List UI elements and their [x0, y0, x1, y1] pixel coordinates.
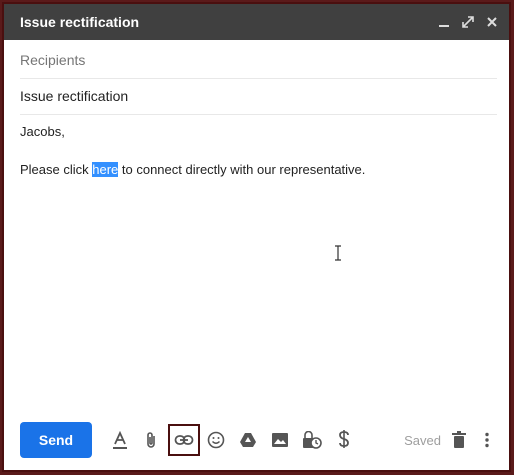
greeting-text: Jacobs,	[20, 124, 65, 139]
subject-field[interactable]: Issue rectification	[20, 78, 497, 115]
message-body[interactable]: Jacobs, Please click here to connect dir…	[20, 122, 497, 198]
body-text-before: Please click	[20, 162, 93, 177]
emoji-icon[interactable]	[200, 424, 232, 456]
drive-icon[interactable]	[232, 424, 264, 456]
confidential-icon[interactable]	[296, 424, 328, 456]
body-line: Please click here to connect directly wi…	[20, 160, 497, 179]
recipients-placeholder: Recipients	[20, 52, 86, 68]
money-icon[interactable]	[328, 424, 360, 456]
title-bar: Issue rectification	[4, 4, 509, 40]
text-cursor-icon	[334, 245, 342, 266]
saved-status: Saved	[404, 432, 441, 448]
selected-link-text[interactable]: here	[92, 162, 119, 177]
compose-window: Issue rectification Recipients Issue rec…	[2, 2, 511, 472]
format-text-icon[interactable]	[104, 424, 136, 456]
subject-value: Issue rectification	[20, 88, 129, 104]
minimize-icon[interactable]	[437, 15, 451, 29]
attach-icon[interactable]	[136, 424, 168, 456]
close-icon[interactable]	[485, 15, 499, 29]
send-button[interactable]: Send	[20, 422, 92, 458]
window-title: Issue rectification	[20, 14, 140, 30]
recipients-field[interactable]: Recipients	[20, 42, 497, 79]
body-text-after: to connect directly with our representat…	[118, 162, 366, 177]
photo-icon[interactable]	[264, 424, 296, 456]
expand-icon[interactable]	[461, 15, 475, 29]
more-options-icon[interactable]	[473, 424, 501, 456]
insert-link-icon[interactable]	[168, 424, 200, 456]
trash-icon[interactable]	[445, 424, 473, 456]
compose-toolbar: Send Saved	[4, 410, 509, 470]
